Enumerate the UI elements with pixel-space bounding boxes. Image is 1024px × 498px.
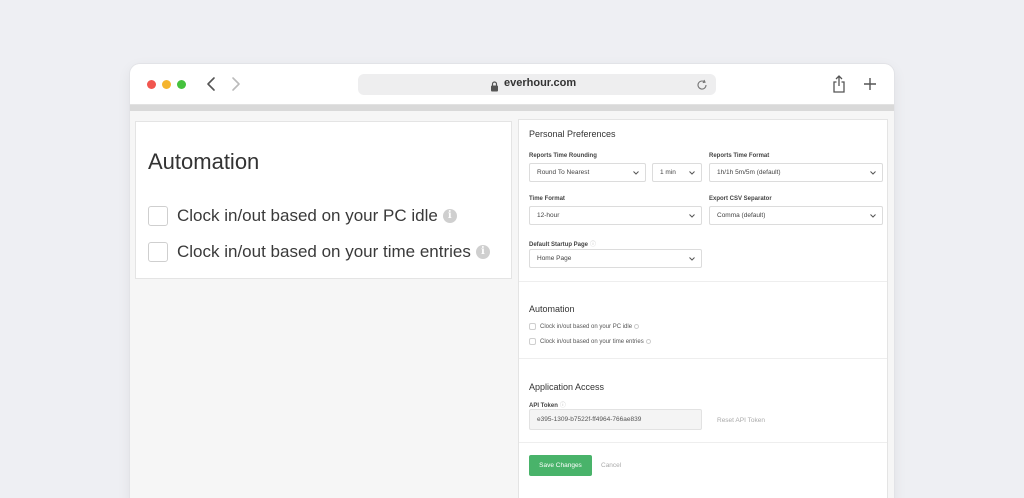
forward-icon[interactable] — [228, 74, 242, 94]
section-divider — [519, 281, 887, 282]
rounding-mode-value: Round To Nearest — [537, 169, 590, 176]
startup-page-label: Default Startup Page ⓘ — [529, 239, 596, 248]
time-entries-small-checkbox[interactable] — [529, 338, 536, 345]
pc-idle-small-option[interactable]: Clock in/out based on your PC idle — [529, 322, 640, 331]
pc-idle-small-checkbox[interactable] — [529, 323, 536, 330]
api-token-field[interactable]: e395-1309-b7522f-ff4964-766ae839 — [529, 409, 702, 430]
reload-icon[interactable] — [696, 78, 708, 90]
info-icon[interactable]: i — [442, 209, 457, 223]
automation-section-title: Automation — [529, 304, 575, 314]
time-entries-small-label: Clock in/out based on your time entries — [540, 338, 644, 345]
rounding-unit-select[interactable]: 1 min — [652, 163, 702, 182]
chevron-down-icon — [870, 214, 876, 218]
rounding-mode-select[interactable]: Round To Nearest — [529, 163, 646, 182]
rounding-unit-value: 1 min — [660, 169, 676, 176]
chevron-down-icon — [633, 171, 639, 175]
new-tab-icon[interactable] — [863, 77, 877, 91]
startup-page-select[interactable]: Home Page — [529, 249, 702, 268]
browser-toolbar: everhour.com — [130, 64, 894, 105]
reports-format-select[interactable]: 1h/1h 5m/5m (default) — [709, 163, 883, 182]
csv-separator-label: Export CSV Separator — [709, 196, 772, 202]
startup-page-value: Home Page — [537, 255, 572, 262]
time-entries-checkbox[interactable] — [148, 242, 168, 262]
automation-zoom-card: Automation Clock in/out based on your PC… — [135, 121, 512, 279]
chevron-down-icon — [689, 257, 695, 261]
pc-idle-label: Clock in/out based on your PC idle — [177, 206, 438, 225]
cancel-button[interactable]: Cancel — [601, 462, 621, 469]
page-content: Automation Clock in/out based on your PC… — [130, 111, 894, 498]
back-icon[interactable] — [205, 74, 219, 94]
csv-separator-select[interactable]: Comma (default) — [709, 206, 883, 225]
access-section-title: Application Access — [529, 382, 605, 392]
maximize-window-button[interactable] — [177, 80, 186, 89]
help-icon[interactable]: ⓘ — [590, 242, 596, 248]
time-format-select[interactable]: 12-hour — [529, 206, 702, 225]
save-changes-button[interactable]: Save Changes — [529, 455, 592, 476]
time-format-value: 12-hour — [537, 212, 560, 219]
reports-rounding-label: Reports Time Rounding — [529, 153, 597, 159]
api-token-label: API Token ⓘ — [529, 400, 566, 409]
lock-icon — [490, 79, 499, 92]
chevron-down-icon — [689, 171, 695, 175]
pc-idle-option[interactable]: Clock in/out based on your PC idle i — [148, 205, 457, 227]
section-divider — [519, 442, 887, 443]
close-window-button[interactable] — [147, 80, 156, 89]
minimize-window-button[interactable] — [162, 80, 171, 89]
reset-api-token-link[interactable]: Reset API Token — [717, 417, 765, 424]
startup-page-label-text: Default Startup Page — [529, 242, 589, 248]
pc-idle-small-label: Clock in/out based on your PC idle — [540, 323, 633, 330]
time-format-label: Time Format — [529, 196, 565, 202]
csv-separator-value: Comma (default) — [717, 212, 766, 219]
api-token-value: e395-1309-b7522f-ff4964-766ae839 — [537, 416, 642, 423]
info-icon[interactable] — [634, 324, 640, 329]
pc-idle-checkbox[interactable] — [148, 206, 168, 226]
info-icon[interactable]: i — [475, 245, 490, 259]
time-entries-label: Clock in/out based on your time entries — [177, 242, 471, 261]
time-entries-small-option[interactable]: Clock in/out based on your time entries — [529, 337, 651, 346]
preferences-section-title: Personal Preferences — [529, 129, 616, 139]
automation-title: Automation — [148, 149, 260, 174]
reports-format-label: Reports Time Format — [709, 153, 770, 159]
address-bar[interactable]: everhour.com — [358, 74, 716, 95]
url-text: everhour.com — [504, 77, 577, 89]
chevron-down-icon — [689, 214, 695, 218]
section-divider — [519, 358, 887, 359]
chevron-down-icon — [870, 171, 876, 175]
info-icon[interactable] — [645, 339, 651, 344]
reports-format-value: 1h/1h 5m/5m (default) — [717, 169, 781, 176]
time-entries-option[interactable]: Clock in/out based on your time entries … — [148, 241, 490, 263]
settings-panel: Personal Preferences Reports Time Roundi… — [518, 119, 888, 498]
share-icon[interactable] — [832, 75, 846, 93]
browser-window: everhour.com Automation Clock in/out bas… — [130, 64, 894, 498]
